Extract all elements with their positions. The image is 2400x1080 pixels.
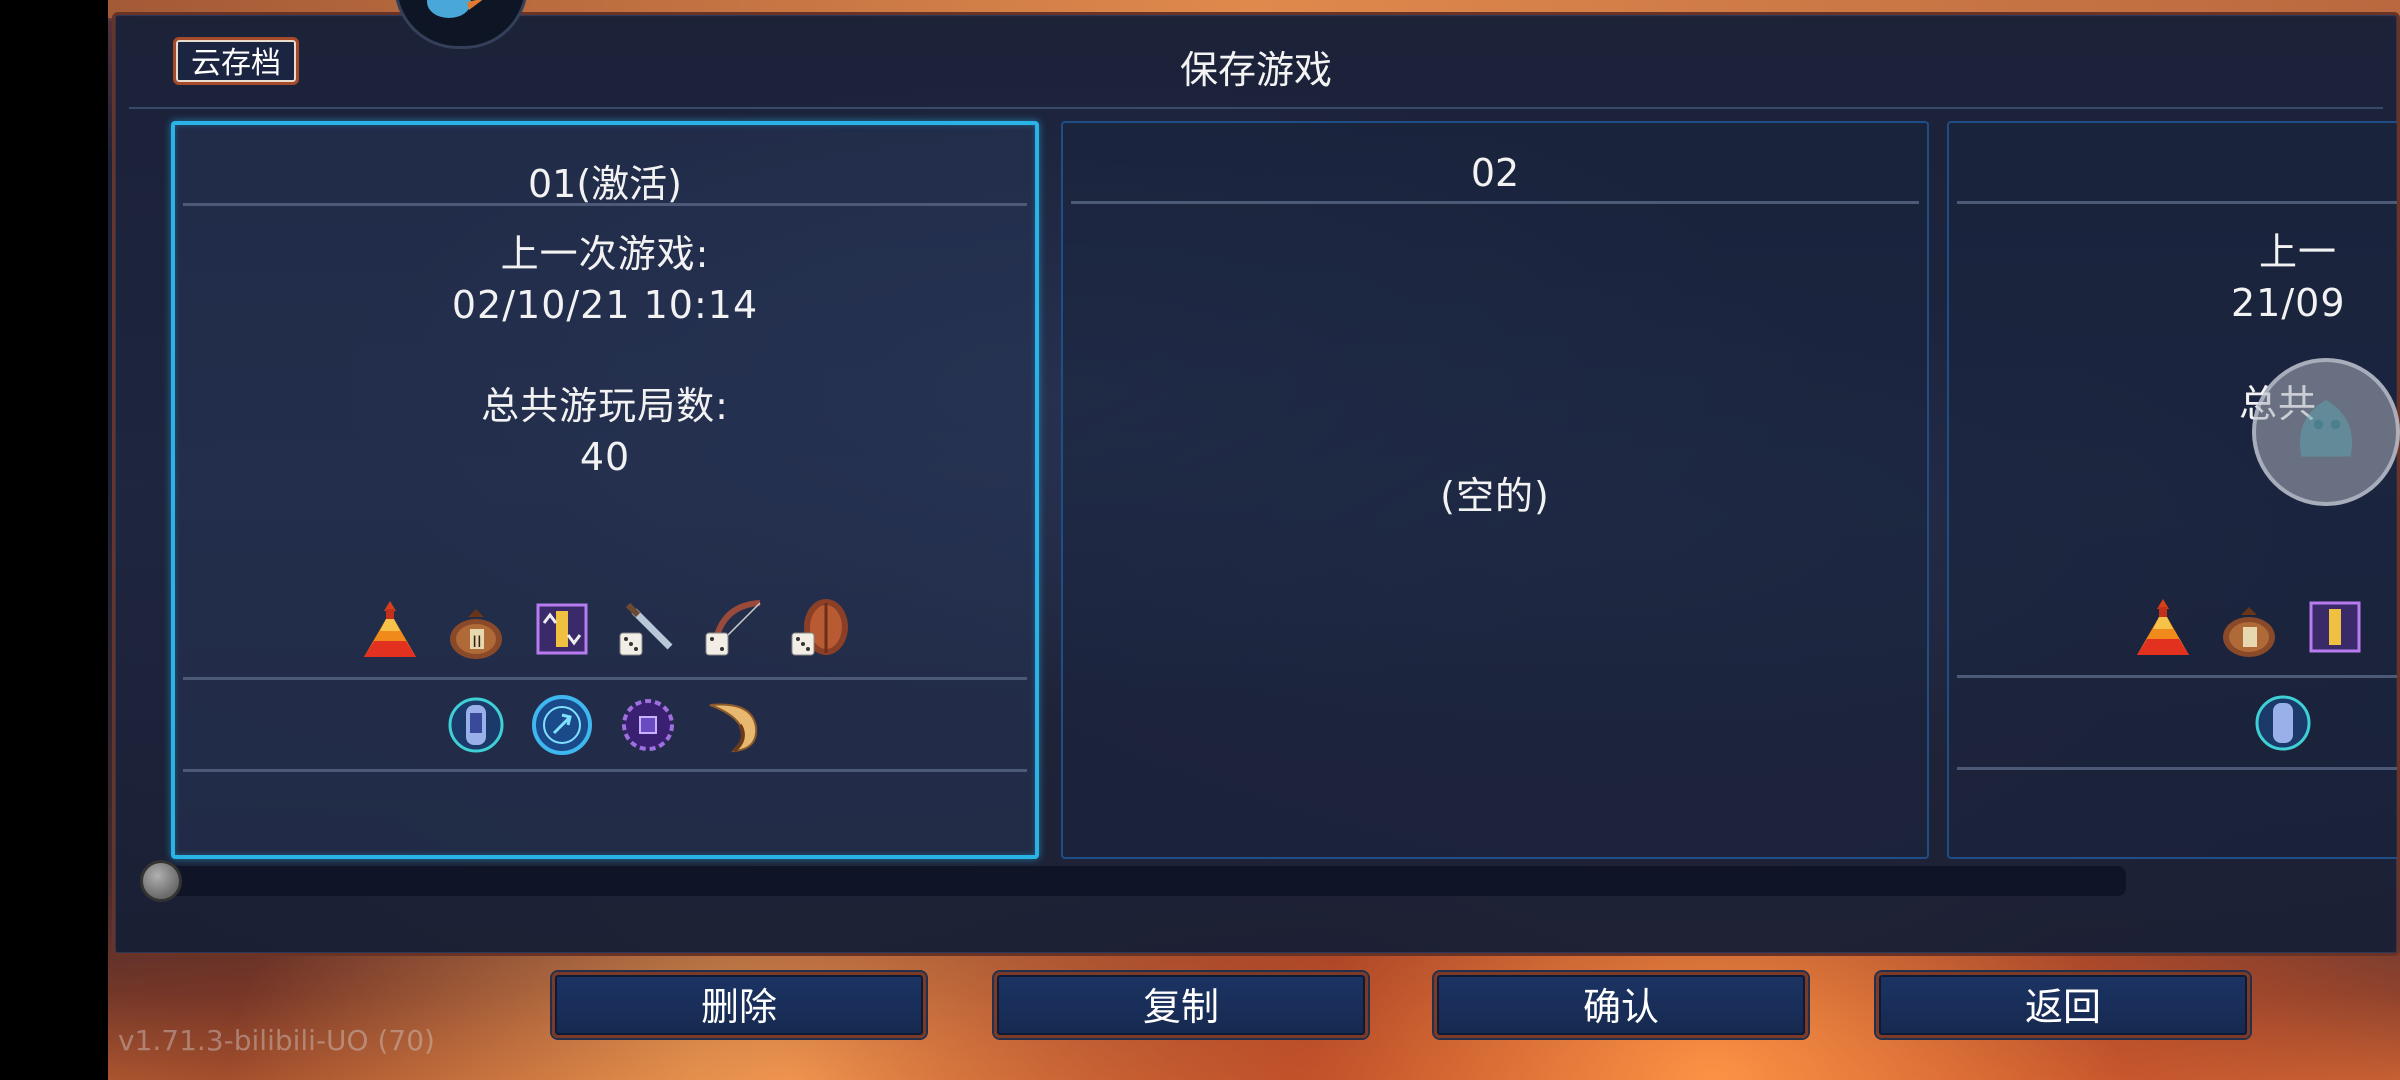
money-bag-icon	[2215, 593, 2283, 661]
copy-button[interactable]: 复制	[994, 972, 1368, 1038]
divider	[183, 769, 1027, 772]
money-bag-icon: II	[442, 595, 510, 663]
teleport-rune-icon	[442, 691, 510, 759]
version-label: v1.71.3-bilibili-UO (70)	[118, 1024, 435, 1057]
purple-orb-icon	[614, 691, 682, 759]
rune-icons-row	[175, 691, 1035, 759]
total-runs-value: 40	[579, 435, 631, 479]
divider	[183, 677, 1027, 680]
divider	[1957, 201, 2397, 204]
potion-icon	[356, 595, 424, 663]
save-slot-01[interactable]: 01(激活) 上一次游戏: 02/10/21 10:14 总共游玩局数: 40 …	[171, 121, 1039, 859]
horn-icon	[700, 691, 768, 759]
divider	[1957, 767, 2397, 770]
save-slot-02[interactable]: 02 (空的)	[1061, 121, 1929, 859]
dice-sword-icon	[614, 595, 682, 663]
total-runs-label: 总共游玩局数:	[481, 384, 729, 428]
slot-scrollbar-knob[interactable]	[140, 860, 182, 902]
blue-rune-icon	[528, 691, 596, 759]
slot-title: 01(激活)	[527, 162, 682, 206]
header-divider	[129, 107, 2383, 109]
scroll-rune-icon	[528, 595, 596, 663]
divider	[183, 203, 1027, 206]
dice-bow-icon	[700, 595, 768, 663]
last-played-value: 02/10/21 10:14	[451, 283, 759, 327]
save-game-panel: 云存档 保存游戏 01(激活) 上一次游戏: 02/10/21 10:14 总共…	[112, 12, 2400, 956]
item-icons-row: II	[175, 595, 1035, 663]
dice-shield-icon	[786, 595, 854, 663]
delete-button[interactable]: 删除	[552, 972, 926, 1038]
empty-slot-label: (空的)	[1440, 474, 1550, 518]
scroll-rune-icon	[2301, 593, 2369, 661]
confirm-button[interactable]: 确认	[1434, 972, 1808, 1038]
teleport-rune-icon	[2249, 689, 2317, 757]
slot-title: 02	[1470, 151, 1520, 195]
back-button[interactable]: 返回	[1876, 972, 2250, 1038]
floating-assistant-button[interactable]	[2252, 358, 2400, 506]
potion-icon	[2129, 593, 2197, 661]
slot-scrollbar-track[interactable]	[144, 866, 2126, 896]
divider	[1957, 675, 2397, 678]
divider	[1071, 201, 1919, 204]
item-icons-row	[2129, 593, 2397, 661]
last-played-value: 21/09	[2231, 281, 2346, 325]
last-played-label: 上一	[2259, 230, 2338, 274]
last-played-label: 上一次游戏:	[500, 232, 710, 276]
rune-icons-row	[2249, 689, 2397, 757]
svg-text:II: II	[472, 632, 481, 651]
